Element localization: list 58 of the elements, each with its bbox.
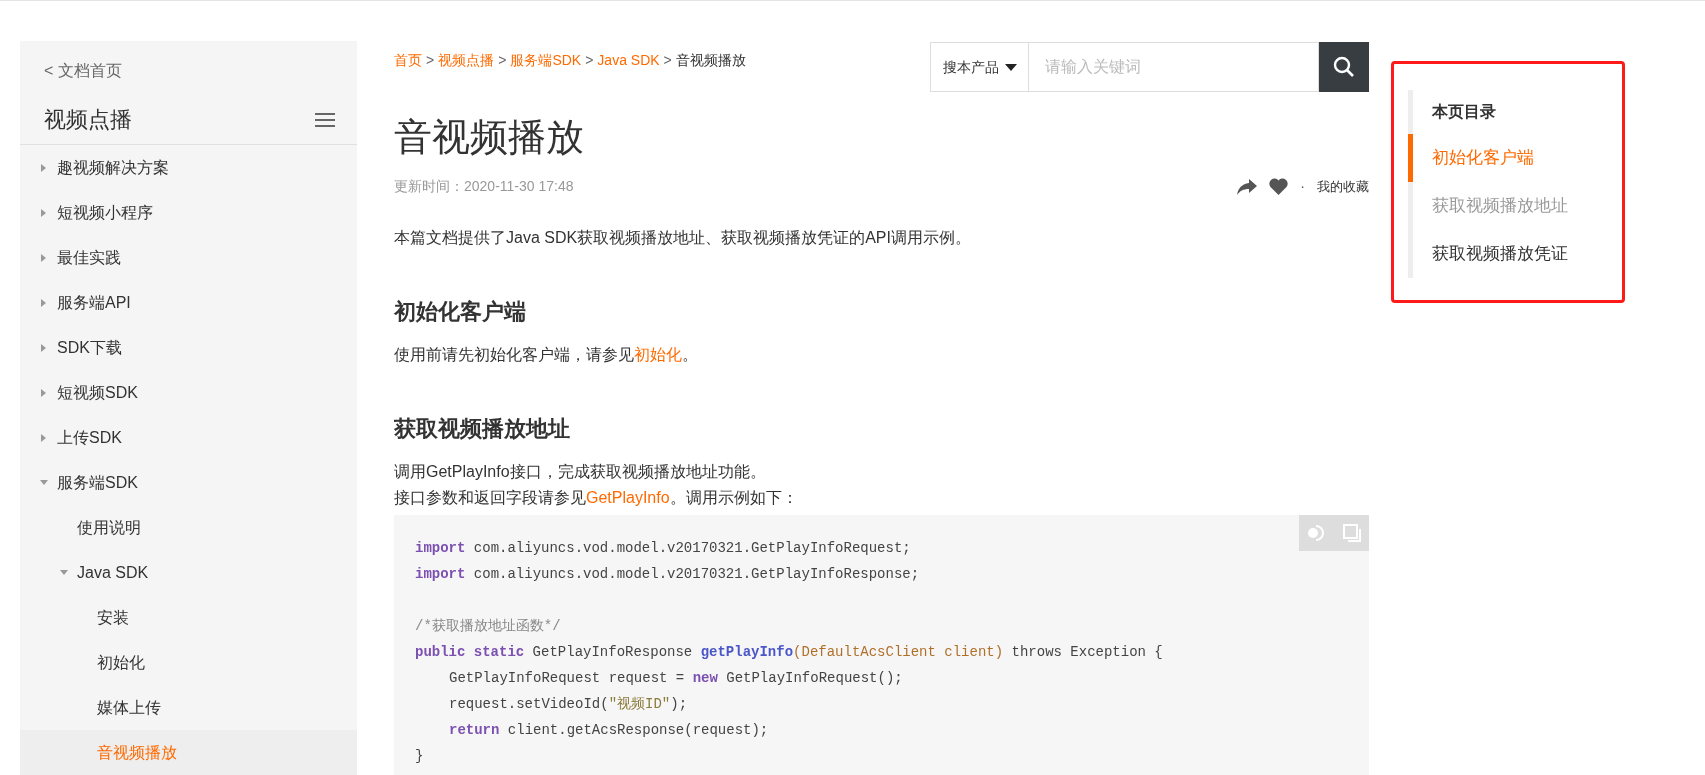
code-line: /*获取播放地址函数*/: [415, 617, 561, 636]
caret-right-icon[interactable]: [40, 388, 48, 397]
caret-right-icon[interactable]: [40, 208, 48, 217]
code-line: import com.aliyuncs.vod.model.v20170321.GetPlayInfoRequest;: [415, 539, 911, 558]
nav-item[interactable]: 安装: [20, 595, 357, 640]
caret-down-icon[interactable]: [60, 568, 68, 577]
paragraph: 使用前请先初始化客户端，请参见初始化。: [394, 345, 699, 365]
share-icon[interactable]: [1237, 178, 1258, 195]
copy-icon[interactable]: [1343, 524, 1361, 542]
section-heading: 初始化客户端: [394, 298, 527, 326]
breadcrumb-separator: >: [585, 50, 594, 70]
favorites-link[interactable]: 我的收藏: [1317, 176, 1369, 197]
product-title: 视频点播: [44, 106, 132, 134]
nav-item[interactable]: 使用说明: [20, 505, 357, 550]
menu-icon[interactable]: [315, 111, 335, 128]
nav-item[interactable]: 趣视频解决方案: [20, 145, 357, 190]
caret-down-icon[interactable]: [40, 478, 48, 487]
nav-item[interactable]: 服务端SDK: [20, 460, 357, 505]
caret-right-icon[interactable]: [40, 163, 48, 172]
section-heading: 获取视频播放地址: [394, 415, 571, 443]
updated-time: 更新时间：2020-11-30 17:48: [394, 177, 574, 196]
breadcrumb-current: 音视频播放: [675, 50, 746, 70]
nav-item[interactable]: 上传SDK: [20, 415, 357, 460]
back-link[interactable]: < 文档首页: [44, 59, 122, 83]
page-title: 音视频播放: [394, 115, 585, 160]
code-line: import com.aliyuncs.vod.model.v20170321.GetPlayInfoResponse;: [415, 565, 920, 584]
search-icon: [1333, 56, 1355, 78]
nav-item[interactable]: 最佳实践: [20, 235, 357, 280]
caret-down-icon: [1004, 63, 1017, 71]
nav-item[interactable]: SDK下载: [20, 325, 357, 370]
code-line: request.setVideoId("视频ID");: [449, 695, 688, 714]
toc-link[interactable]: 获取视频播放凭证: [1408, 230, 1622, 278]
nav-item[interactable]: 媒体上传: [20, 685, 357, 730]
code-line: return client.getAcsResponse(request);: [449, 721, 769, 740]
search-button[interactable]: [1319, 42, 1369, 92]
nav-item[interactable]: 短视频小程序: [20, 190, 357, 235]
breadcrumb-separator: >: [426, 50, 435, 70]
caret-right-icon[interactable]: [40, 298, 48, 307]
caret-right-icon[interactable]: [40, 343, 48, 352]
nav-item[interactable]: Java SDK: [20, 550, 357, 595]
caret-right-icon[interactable]: [40, 433, 48, 442]
search-field[interactable]: 请输入关键词: [1029, 42, 1319, 92]
toc-title: 本页目录: [1432, 102, 1496, 122]
caret-right-icon[interactable]: [40, 253, 48, 262]
nav-item[interactable]: 短视频SDK: [20, 370, 357, 415]
code-line: GetPlayInfoRequest request = new GetPlayInfoRequest();: [449, 669, 903, 688]
breadcrumb-separator: >: [663, 50, 672, 70]
paragraph: 接口参数和返回字段请参见GetPlayInfo。调用示例如下：: [394, 488, 799, 508]
nav-item[interactable]: 初始化: [20, 640, 357, 685]
code-line: }: [415, 747, 424, 766]
code-line: public static GetPlayInfoResponse getPlayInfo(DefaultAcsClient client) throws Exception {: [415, 643, 1163, 662]
paragraph: 本篇文档提供了Java SDK获取视频播放地址、获取视频播放凭证的API调用示例。: [394, 228, 972, 248]
scope-dropdown[interactable]: 搜本产品: [930, 42, 1029, 92]
nav-item[interactable]: 服务端API: [20, 280, 357, 325]
breadcrumb-separator: >: [498, 50, 507, 70]
separator-dot: ·: [1300, 177, 1305, 196]
paragraph: 调用GetPlayInfo接口，完成获取视频播放地址功能。: [394, 462, 767, 482]
heart-icon[interactable]: [1269, 178, 1289, 195]
